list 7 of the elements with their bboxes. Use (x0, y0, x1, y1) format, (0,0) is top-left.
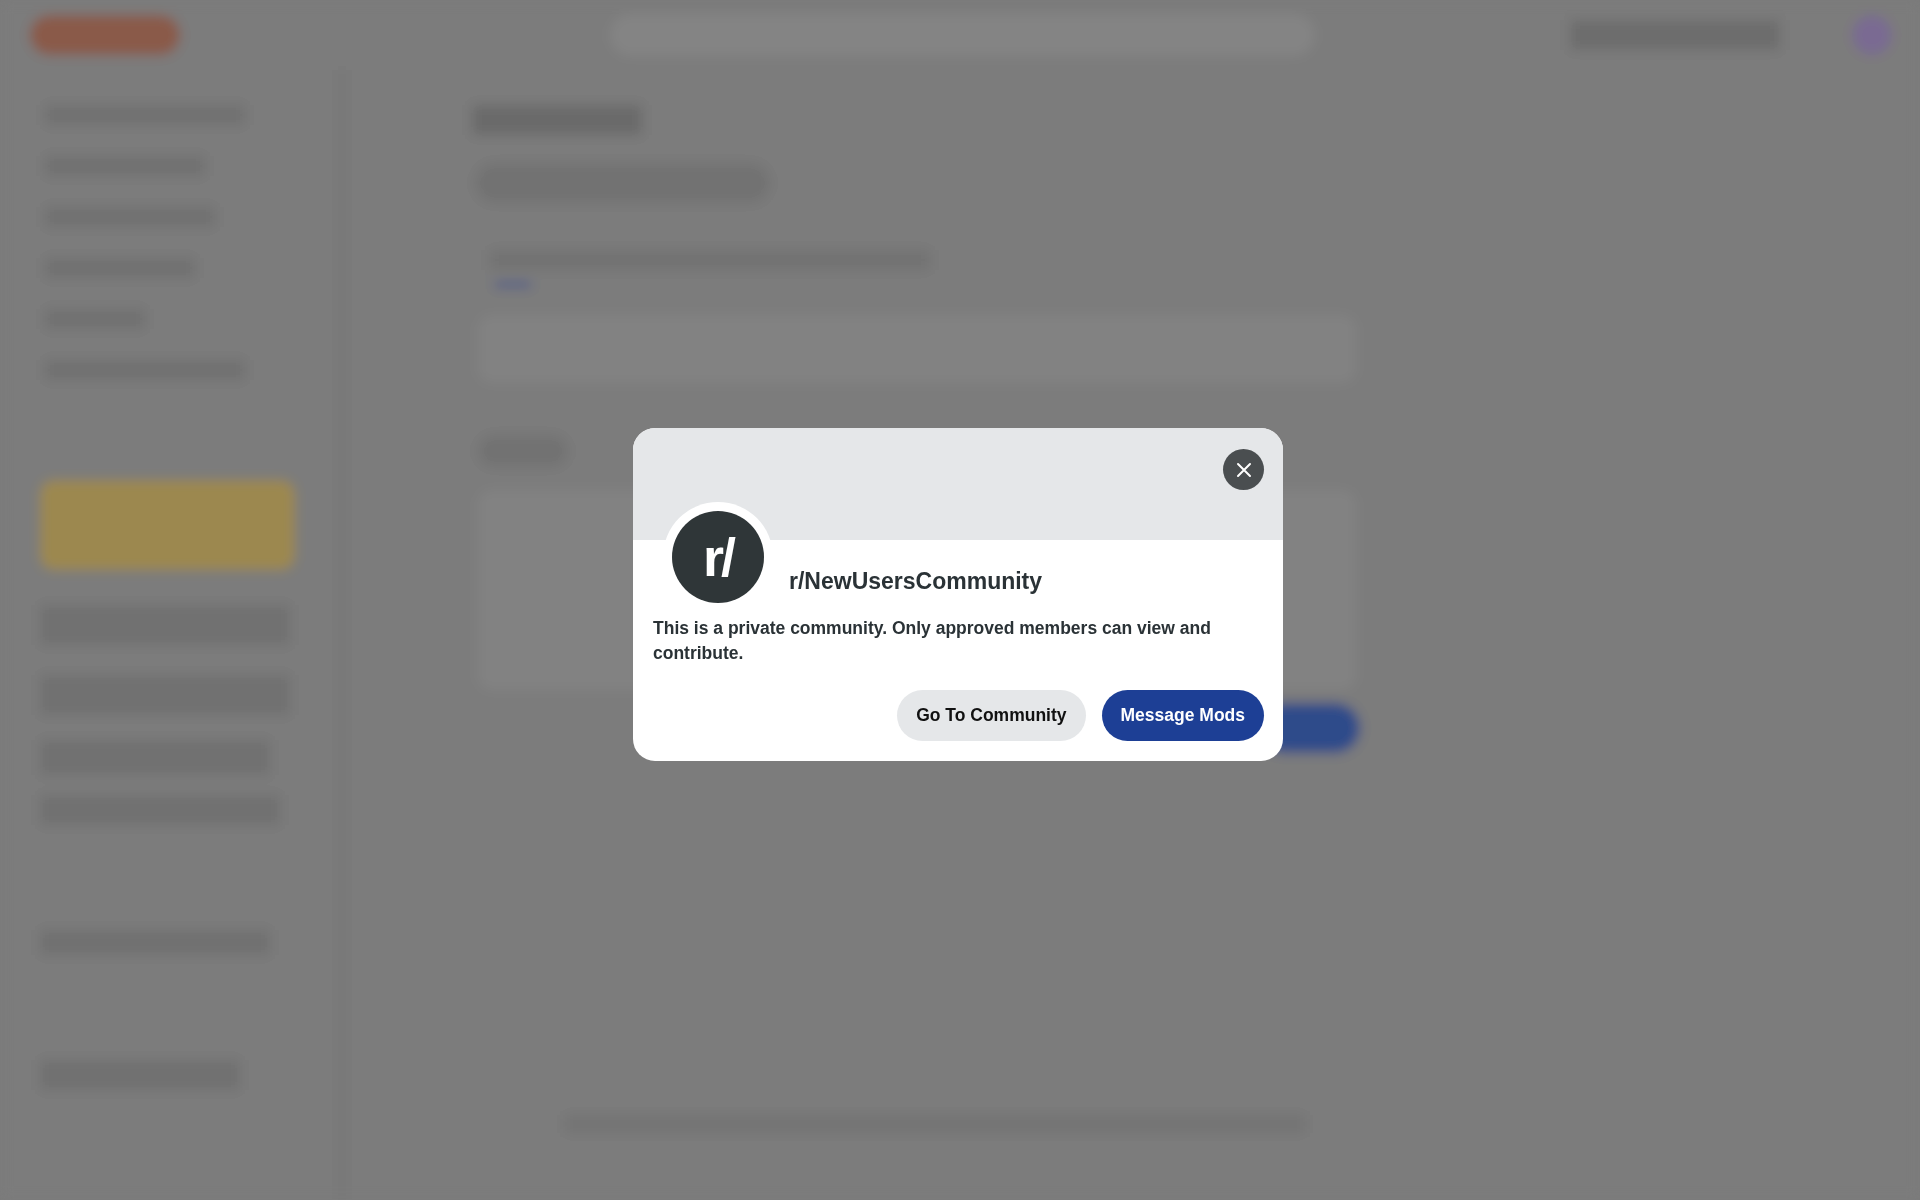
close-icon (1235, 461, 1252, 478)
go-to-community-button[interactable]: Go To Community (897, 689, 1086, 741)
community-avatar: r/ (672, 511, 764, 603)
private-community-message: This is a private community. Only approved members can view and contribute. (653, 617, 1212, 666)
close-button[interactable] (1223, 449, 1264, 490)
message-mods-button[interactable]: Message Mods (1101, 689, 1264, 741)
community-name: r/NewUsersCommunity (789, 567, 1043, 596)
